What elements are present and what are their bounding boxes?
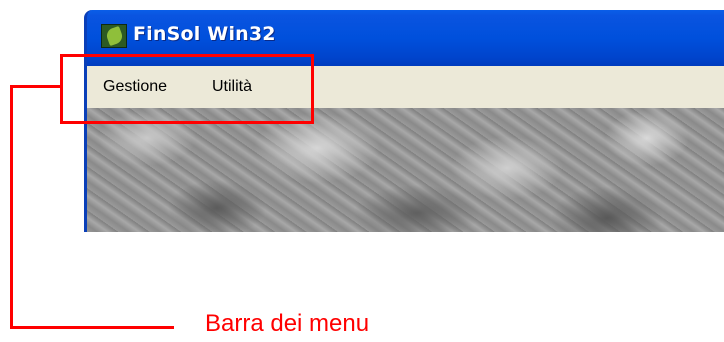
- callout-line-vertical: [10, 85, 13, 329]
- callout-line-top: [10, 85, 62, 88]
- app-icon[interactable]: [101, 24, 127, 48]
- menu-bar-highlight: [60, 54, 314, 124]
- leaf-icon: [104, 25, 125, 47]
- window-title: FinSol Win32: [133, 23, 276, 45]
- callout-line-bottom: [10, 326, 174, 329]
- annotation-label: Barra dei menu: [205, 310, 370, 337]
- client-area-background: [84, 108, 724, 232]
